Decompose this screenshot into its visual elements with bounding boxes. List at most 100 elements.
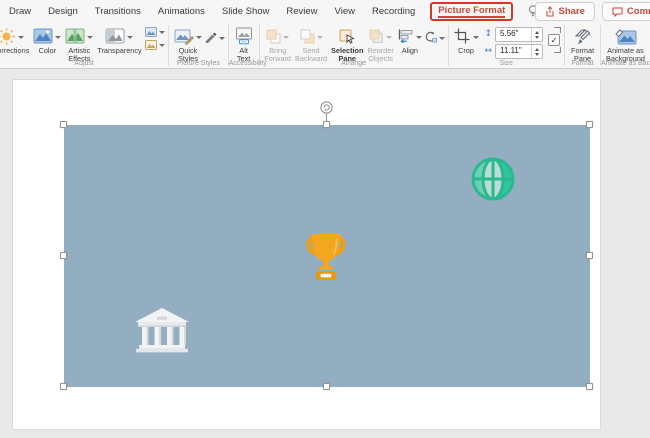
- color-button[interactable]: Color: [31, 25, 63, 55]
- ribbon: Corrections Color Ar: [0, 22, 650, 69]
- tab-recording[interactable]: Recording: [372, 6, 415, 17]
- chevron-down-icon: [283, 36, 289, 39]
- width-stepper[interactable]: [531, 45, 542, 58]
- bring-forward-icon: [266, 29, 281, 44]
- selection-pane-icon: [339, 29, 355, 44]
- chevron-down-icon: [317, 36, 323, 39]
- reorder-objects-icon: [369, 29, 384, 44]
- step-up-icon: [535, 48, 539, 51]
- bring-forward-button: Bring Forward: [262, 25, 293, 64]
- selection-handle-middle-right[interactable]: [586, 252, 593, 259]
- tab-design[interactable]: Design: [48, 6, 78, 17]
- group-accessibility: Alt Text Accessibility: [229, 22, 259, 68]
- alt-text-button[interactable]: Alt Text: [232, 25, 256, 64]
- align-button[interactable]: Align: [396, 25, 424, 55]
- artistic-effects-icon: [65, 28, 85, 44]
- transparency-button[interactable]: Transparency: [95, 25, 143, 55]
- share-icon: [545, 6, 555, 17]
- tab-review[interactable]: Review: [286, 6, 317, 17]
- selection-handle-top-middle[interactable]: [323, 121, 330, 128]
- group-picture-styles: Quick Styles Picture Styles: [169, 22, 228, 68]
- align-icon: [398, 29, 414, 43]
- quick-styles-button[interactable]: Quick Styles: [172, 25, 204, 64]
- group-label-adjust: Adjust: [0, 60, 168, 67]
- tab-transitions[interactable]: Transitions: [95, 6, 141, 17]
- comments-button[interactable]: Comments: [602, 2, 650, 21]
- chevron-down-icon: [159, 31, 165, 34]
- chevron-down-icon: [18, 36, 24, 39]
- workspace: [0, 69, 650, 438]
- tab-picture-format[interactable]: Picture Format: [430, 2, 513, 21]
- selection-handle-bottom-middle[interactable]: [323, 383, 330, 390]
- width-input[interactable]: [496, 45, 534, 56]
- chevron-down-icon: [87, 36, 93, 39]
- selection-handle-top-right[interactable]: [586, 121, 593, 128]
- tab-view[interactable]: View: [335, 6, 355, 17]
- chevron-down-icon: [196, 36, 202, 39]
- animate-as-background-button[interactable]: Animate as Background: [604, 25, 647, 64]
- send-backward-button: Send Backward: [293, 25, 329, 64]
- rotate-icon: [424, 31, 437, 43]
- group-label-size: Size: [449, 60, 565, 67]
- comment-icon: [612, 7, 623, 17]
- crop-label: Crop: [458, 47, 474, 55]
- height-input[interactable]: [496, 28, 534, 39]
- chevron-down-icon: [55, 36, 61, 39]
- chevron-down-icon: [439, 37, 445, 40]
- tab-draw[interactable]: Draw: [9, 6, 31, 17]
- compress-pictures-button[interactable]: [145, 27, 165, 37]
- artistic-effects-button[interactable]: Artistic Effects: [63, 25, 95, 64]
- group-arrange: Bring Forward Send Backward Selection Pa…: [259, 22, 448, 68]
- group-format: Format Pane Format: [565, 22, 601, 68]
- trophy-icon: [303, 230, 349, 282]
- step-up-icon: [535, 31, 539, 34]
- selection-handle-top-left[interactable]: [60, 121, 67, 128]
- share-label: Share: [559, 6, 585, 17]
- chevron-down-icon: [219, 37, 225, 40]
- height-field[interactable]: [495, 27, 543, 42]
- group-size: Crop ↕ ↔: [449, 22, 565, 68]
- bank-icon: [132, 307, 192, 353]
- crop-button[interactable]: Crop: [452, 25, 481, 55]
- rotation-handle[interactable]: [320, 101, 333, 114]
- width-field[interactable]: [495, 44, 543, 59]
- globe-icon: [470, 156, 516, 202]
- selection-handle-middle-left[interactable]: [60, 252, 67, 259]
- transparency-icon: [105, 28, 125, 44]
- step-down-icon: [535, 53, 539, 56]
- aspect-bracket-top: [554, 27, 561, 33]
- color-icon: [33, 28, 53, 44]
- group-label-arrange: Arrange: [259, 60, 448, 67]
- selected-picture[interactable]: [64, 125, 590, 387]
- chevron-down-icon: [386, 36, 392, 39]
- format-pane-button[interactable]: Format Pane: [568, 25, 598, 64]
- pen-icon: [204, 31, 217, 43]
- group-label-picture-styles: Picture Styles: [169, 60, 228, 67]
- selection-handle-bottom-left[interactable]: [60, 383, 67, 390]
- corrections-button[interactable]: Corrections: [0, 25, 31, 55]
- chevron-down-icon: [473, 36, 479, 39]
- step-down-icon: [535, 36, 539, 39]
- compress-pictures-icon: [145, 27, 157, 37]
- selection-handle-bottom-right[interactable]: [586, 383, 593, 390]
- alt-text-icon: [234, 27, 254, 45]
- animate-as-background-icon: [615, 28, 637, 45]
- chevron-down-icon: [159, 44, 165, 47]
- rotate-objects-button[interactable]: [424, 31, 445, 43]
- change-picture-button[interactable]: [145, 40, 165, 50]
- tab-slide-show[interactable]: Slide Show: [222, 6, 270, 17]
- format-pane-icon: [574, 28, 592, 45]
- topbar-actions: Share Comments: [535, 2, 650, 21]
- quick-styles-icon: [174, 28, 194, 45]
- group-label-accessibility: Accessibility: [229, 60, 259, 67]
- selection-pane-button[interactable]: Selection Pane: [329, 25, 365, 64]
- aspect-bracket-bottom: [554, 47, 561, 53]
- lock-aspect-ratio-checkbox[interactable]: ✓: [548, 34, 560, 46]
- corrections-icon: [0, 27, 16, 46]
- picture-border-button[interactable]: [204, 31, 225, 43]
- height-stepper[interactable]: [531, 28, 542, 41]
- tab-animations[interactable]: Animations: [158, 6, 205, 17]
- chevron-down-icon: [127, 36, 133, 39]
- crop-icon: [454, 28, 471, 44]
- share-button[interactable]: Share: [535, 2, 595, 21]
